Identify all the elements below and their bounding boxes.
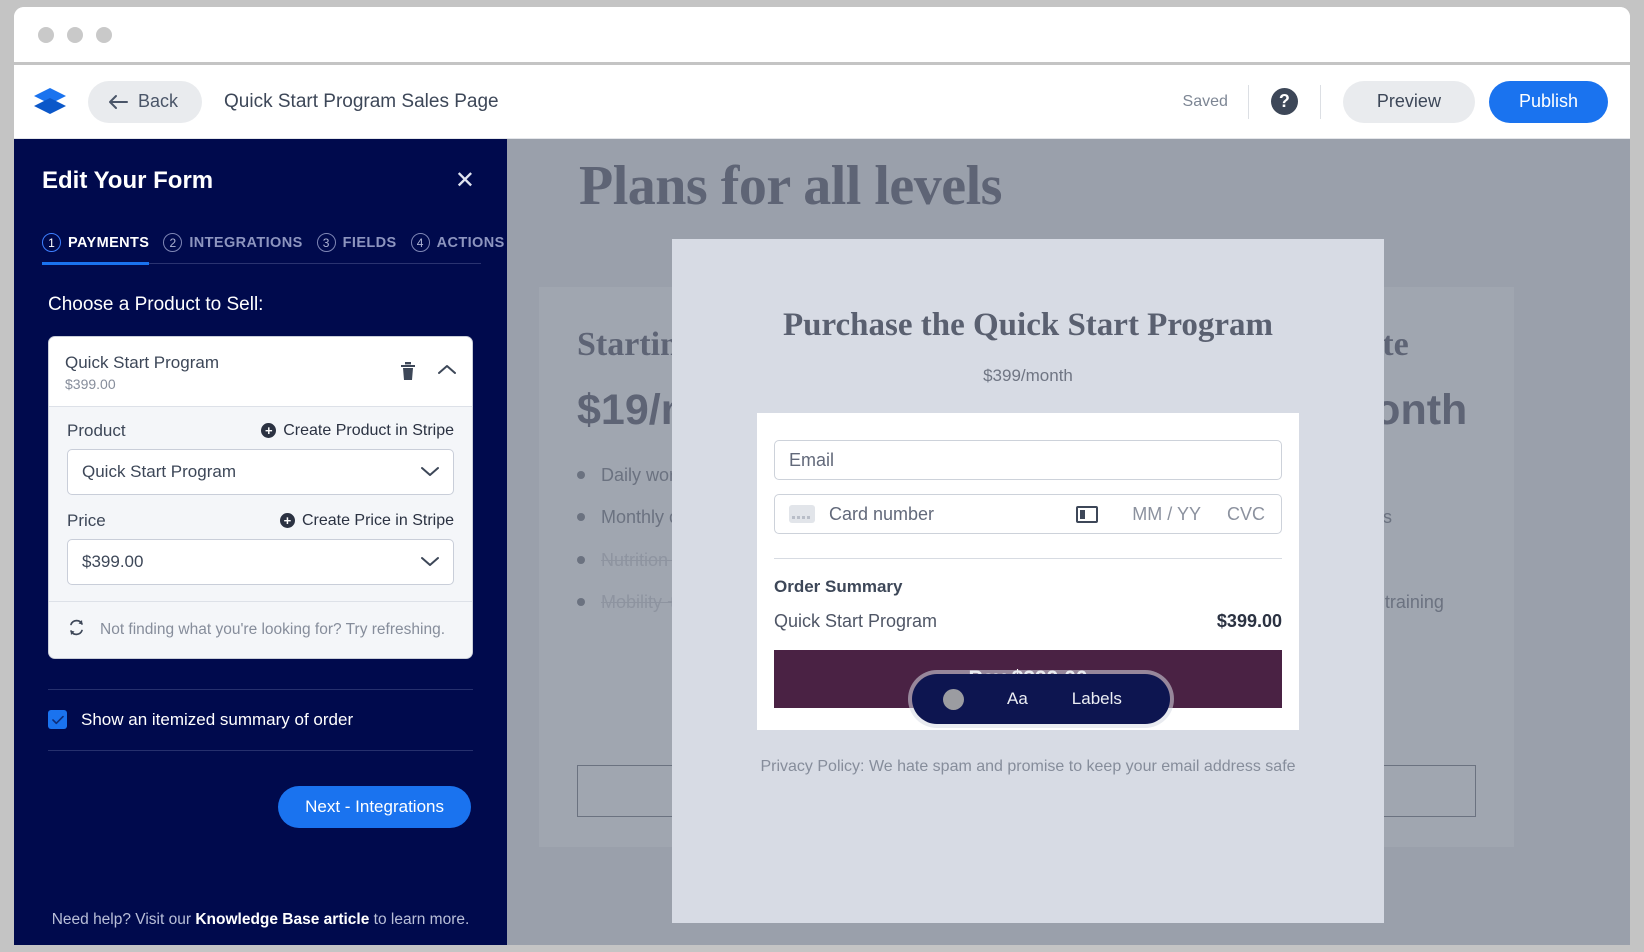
app-header: Back Quick Start Program Sales Page Save… bbox=[14, 65, 1630, 139]
tab-integrations[interactable]: 2 INTEGRATIONS bbox=[163, 233, 302, 265]
itemized-summary-checkbox[interactable] bbox=[48, 710, 67, 730]
panel-footer-actions: Next - Integrations bbox=[14, 785, 471, 828]
refresh-icon[interactable] bbox=[67, 618, 86, 642]
publish-button[interactable]: Publish bbox=[1488, 80, 1608, 123]
product-card-body: Product + Create Product in Stripe Quick… bbox=[49, 407, 472, 601]
color-swatch-icon[interactable] bbox=[943, 688, 964, 710]
product-select[interactable]: Quick Start Program bbox=[67, 448, 454, 495]
back-button[interactable]: Back bbox=[88, 80, 203, 123]
divider bbox=[1247, 84, 1249, 119]
email-placeholder: Email bbox=[789, 449, 835, 470]
font-style-button[interactable]: Aa bbox=[1007, 689, 1028, 709]
app-header-actions: Saved ? Preview Publish bbox=[1182, 80, 1608, 123]
checkout-title: Purchase the Quick Start Program bbox=[782, 307, 1274, 343]
price-select[interactable]: $399.00 bbox=[67, 538, 454, 585]
next-integrations-button[interactable]: Next - Integrations bbox=[278, 785, 471, 828]
saved-status: Saved bbox=[1182, 92, 1228, 110]
arrow-left-icon bbox=[109, 94, 128, 109]
window-maximize-dot[interactable] bbox=[96, 26, 112, 43]
checkout-subtitle: $399/month bbox=[983, 366, 1073, 385]
trash-icon[interactable] bbox=[400, 362, 416, 381]
product-field-row: Product + Create Product in Stripe bbox=[67, 421, 454, 441]
choose-product-label: Choose a Product to Sell: bbox=[48, 294, 264, 315]
product-card-header[interactable]: Quick Start Program $399.00 bbox=[49, 337, 472, 407]
itemized-summary-row[interactable]: Show an itemized summary of order bbox=[48, 690, 473, 751]
step-number: 3 bbox=[316, 233, 336, 252]
product-card: Quick Start Program $399.00 Product + Cr… bbox=[48, 336, 473, 659]
step-tabs: 1 PAYMENTS 2 INTEGRATIONS 3 FIELDS 4 ACT… bbox=[42, 233, 504, 265]
card-number-field[interactable]: Card number MM / YY CVC bbox=[774, 494, 1282, 534]
step-number: 4 bbox=[410, 233, 430, 252]
card-placeholder: Card number bbox=[829, 503, 935, 524]
labels-toggle-button[interactable]: Labels bbox=[1072, 689, 1122, 709]
step-number: 2 bbox=[163, 233, 183, 252]
order-summary-title: Order Summary bbox=[774, 577, 903, 596]
tab-label: ACTIONS bbox=[436, 234, 505, 251]
preview-button[interactable]: Preview bbox=[1342, 80, 1475, 123]
tab-label: INTEGRATIONS bbox=[189, 234, 303, 251]
step-number: 1 bbox=[42, 233, 61, 252]
chevron-up-icon[interactable] bbox=[438, 362, 456, 380]
order-item-name: Quick Start Program bbox=[774, 611, 938, 631]
create-price-in-stripe-link[interactable]: + Create Price in Stripe bbox=[279, 511, 454, 530]
order-item-amount: $399.00 bbox=[1216, 611, 1282, 631]
help-footer-suffix: to learn more. bbox=[369, 911, 470, 928]
chevron-down-icon bbox=[421, 462, 439, 482]
order-summary-row: Quick Start Program $399.00 bbox=[774, 611, 1282, 632]
tab-label: PAYMENTS bbox=[68, 234, 150, 251]
credit-card-icon bbox=[789, 505, 815, 523]
tab-actions[interactable]: 4 ACTIONS bbox=[410, 233, 505, 265]
window-minimize-dot[interactable] bbox=[67, 26, 83, 43]
knowledge-base-link[interactable]: Knowledge Base article bbox=[195, 911, 369, 928]
cvc-placeholder: CVC bbox=[1226, 503, 1265, 524]
edit-form-panel: Edit Your Form ✕ 1 PAYMENTS 2 INTEGRATIO… bbox=[14, 139, 507, 945]
divider bbox=[1319, 84, 1321, 119]
refresh-text: Not finding what you're looking for? Try… bbox=[100, 620, 445, 638]
plus-icon: + bbox=[279, 513, 295, 529]
chevron-down-icon bbox=[421, 552, 439, 572]
expiry-placeholder: MM / YY bbox=[1132, 503, 1201, 524]
panel-title: Edit Your Form bbox=[42, 167, 214, 194]
divider bbox=[774, 558, 1282, 559]
page-title: Quick Start Program Sales Page bbox=[224, 90, 499, 112]
product-select-value: Quick Start Program bbox=[82, 461, 236, 481]
create-product-in-stripe-link[interactable]: + Create Product in Stripe bbox=[261, 422, 454, 440]
product-label: Product bbox=[67, 420, 126, 440]
plus-icon: + bbox=[261, 423, 277, 439]
tab-fields[interactable]: 3 FIELDS bbox=[316, 233, 397, 265]
tab-payments[interactable]: 1 PAYMENTS bbox=[42, 233, 150, 265]
privacy-policy-text: Privacy Policy: We hate spam and promise… bbox=[760, 758, 1296, 775]
close-icon[interactable]: ✕ bbox=[455, 169, 475, 193]
back-button-label: Back bbox=[138, 91, 179, 111]
window-close-dot[interactable] bbox=[38, 26, 54, 43]
create-price-label: Create Price in Stripe bbox=[301, 511, 454, 529]
tab-label: FIELDS bbox=[342, 234, 397, 251]
price-select-value: $399.00 bbox=[82, 551, 144, 571]
refresh-row[interactable]: Not finding what you're looking for? Try… bbox=[49, 600, 472, 658]
browser-window: Back Quick Start Program Sales Page Save… bbox=[14, 7, 1630, 945]
help-footer-prefix: Need help? Visit our bbox=[51, 911, 196, 928]
email-field[interactable]: Email bbox=[774, 440, 1282, 480]
browser-titlebar bbox=[14, 7, 1630, 65]
question-mark-icon[interactable]: ? bbox=[1270, 88, 1298, 115]
create-product-label: Create Product in Stripe bbox=[283, 421, 454, 439]
style-toolbar: Aa Labels bbox=[912, 674, 1170, 724]
price-label: Price bbox=[67, 510, 106, 530]
checkout-overlay: Purchase the Quick Start Program $399/mo… bbox=[672, 239, 1384, 923]
layers-icon bbox=[30, 82, 70, 122]
product-card-price: $399.00 bbox=[65, 375, 116, 392]
product-card-actions bbox=[400, 362, 456, 381]
panel-help-footer: Need help? Visit our Knowledge Base arti… bbox=[14, 911, 507, 945]
panel-header: Edit Your Form ✕ bbox=[14, 139, 507, 195]
product-card-name: Quick Start Program bbox=[65, 353, 219, 372]
price-field-row: Price + Create Price in Stripe bbox=[67, 511, 454, 531]
itemized-summary-label: Show an itemized summary of order bbox=[81, 709, 354, 729]
canvas-heading: Plans for all levels bbox=[579, 155, 1002, 217]
card-scan-icon bbox=[1076, 505, 1099, 523]
